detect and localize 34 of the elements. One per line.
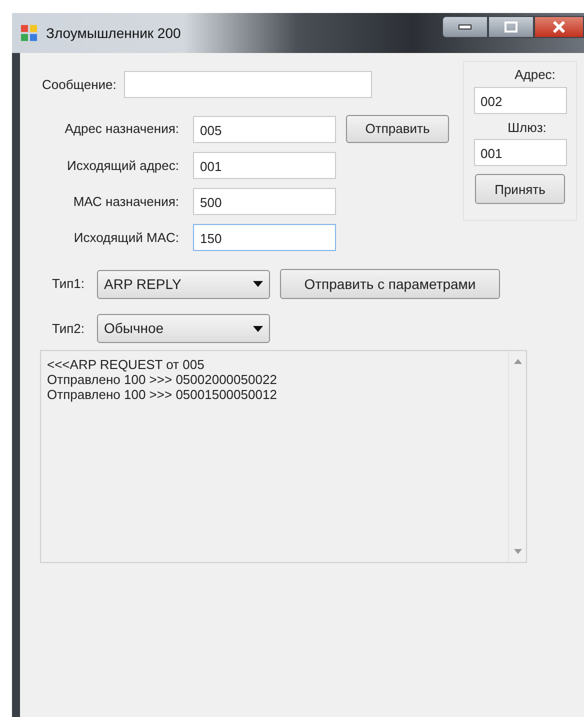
app-icon [20,24,38,42]
dropdown-arrow-icon [253,281,263,287]
log-line: Отправлено 100 >>> 05002000050022 [47,372,278,387]
field-label: Исходящий MAC: [72,228,180,247]
window-title: Злоумышленник 200 [46,24,181,43]
minimize-button[interactable] [442,16,488,38]
message-field[interactable] [124,71,372,98]
maximize-icon [504,21,518,33]
dropdown-arrow-icon [253,326,263,332]
text-field[interactable]: 500 [193,188,336,215]
send-with-params-button[interactable]: Отправить с параметрами [280,269,500,299]
log-line: Отправлено 100 >>> 05001500050012 [47,387,278,402]
field-label: МАС назначения: [72,192,180,211]
field-label: Адрес назначения: [64,120,180,138]
text-field[interactable]: 005 [193,116,336,142]
gateway-label: Шлюз: [508,118,546,137]
type1-dropdown[interactable]: ARP REPLY [97,270,270,298]
message-label: Сообщение: [42,76,116,94]
text-field[interactable]: 001 [193,152,336,179]
address-label: Адрес: [514,66,556,84]
log-line: <<<ARP REQUEST от 005 [47,357,206,372]
minimize-icon [458,24,472,30]
maximize-button[interactable] [488,16,534,38]
type2-dropdown[interactable]: Обычное [97,314,270,343]
text-field[interactable]: 150 [193,224,336,251]
gateway-field[interactable]: 001 [474,139,566,166]
address-field[interactable]: 002 [474,86,566,114]
send-button[interactable]: Отправить [346,115,449,143]
type2-label: Тип2: [52,320,86,338]
type1-label: Тип1: [52,275,86,294]
close-button[interactable] [534,16,584,38]
field-label: Исходящий адрес: [66,156,180,175]
close-icon [552,21,566,33]
apply-button[interactable]: Принять [475,174,565,204]
